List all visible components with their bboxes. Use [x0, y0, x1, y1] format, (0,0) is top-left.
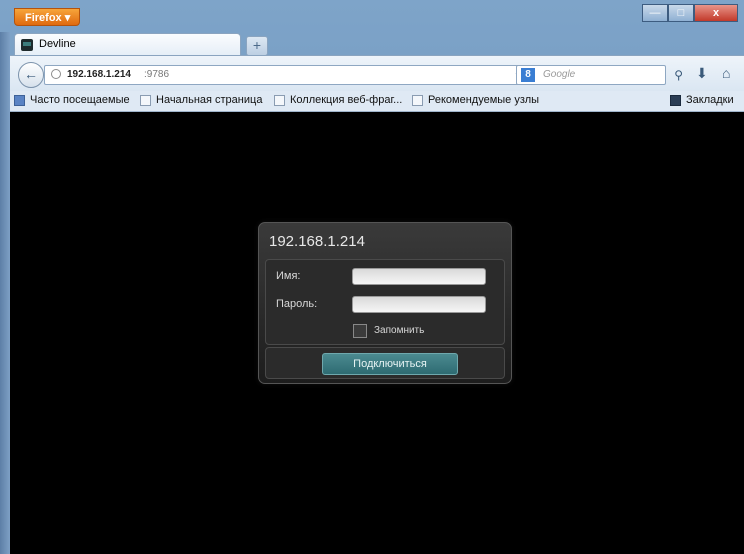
url-host: 192.168.1.214 — [67, 69, 131, 80]
globe-icon — [51, 69, 61, 79]
firefox-menu-button[interactable]: Firefox ▾ — [14, 8, 80, 26]
bookmarks-menu-label: Закладки — [686, 94, 734, 106]
bookmark-item[interactable]: Начальная страница — [140, 94, 262, 106]
bookmark-item[interactable]: Коллекция веб-фраг... — [274, 94, 402, 106]
bookmarks-icon — [670, 94, 681, 106]
page-icon — [412, 94, 423, 106]
bookmarks-menu[interactable]: Закладки — [670, 94, 734, 106]
download-icon[interactable]: ⬇ — [696, 65, 708, 82]
tab-devline[interactable]: Devline — [14, 33, 241, 56]
maximize-button[interactable]: □ — [668, 4, 694, 22]
login-panel: 192.168.1.214 Имя: Пароль: Запомнить Под… — [258, 222, 512, 384]
connect-area: Подключиться — [265, 347, 505, 379]
bookmarks-toolbar: Часто посещаемые Начальная страница Колл… — [10, 91, 744, 112]
connect-button[interactable]: Подключиться — [322, 353, 458, 375]
bookmark-label: Рекомендуемые узлы — [428, 94, 540, 106]
login-fields: Имя: Пароль: Запомнить — [265, 259, 505, 345]
search-engine-icon[interactable]: 8 — [521, 68, 535, 82]
navigation-toolbar: ← 192.168.1.214 :9786 ☆▿C 8 Google ⚲ ⬇ ⌂ — [10, 55, 744, 92]
home-icon[interactable]: ⌂ — [722, 65, 730, 81]
name-label: Имя: — [276, 270, 301, 282]
page-content: 192.168.1.214 Имя: Пароль: Запомнить Под… — [10, 112, 744, 554]
page-icon — [140, 94, 151, 106]
back-arrow-icon: ← — [24, 66, 38, 82]
bookmark-item[interactable]: Рекомендуемые узлы — [412, 94, 539, 106]
search-box[interactable]: 8 Google ⚲ — [516, 65, 683, 85]
bookmark-label: Часто посещаемые — [30, 94, 130, 106]
browser-window: Firefox ▾ — □ x Devline + ← 192.168.1.21… — [0, 0, 744, 554]
close-button[interactable]: x — [694, 4, 738, 22]
search-placeholder: Google — [543, 69, 576, 80]
titlebar: Firefox ▾ — □ x — [0, 0, 744, 32]
bookmark-item[interactable]: Часто посещаемые — [14, 94, 130, 106]
window-frame-edge — [0, 32, 10, 554]
back-button[interactable]: ← — [18, 62, 44, 88]
password-label: Пароль: — [276, 298, 318, 310]
bookmark-label: Начальная страница — [156, 94, 263, 106]
bookmark-label: Коллекция веб-фраг... — [290, 94, 403, 106]
tab-title: Devline — [39, 38, 76, 50]
new-tab-button[interactable]: + — [246, 36, 268, 56]
password-input[interactable] — [352, 296, 486, 313]
url-port: :9786 — [144, 69, 170, 80]
minimize-button[interactable]: — — [642, 4, 668, 22]
search-icon[interactable]: ⚲ — [674, 66, 683, 84]
favicon-icon — [21, 39, 33, 51]
login-title: 192.168.1.214 — [269, 233, 365, 250]
most-visited-icon — [14, 94, 25, 106]
window-controls: — □ x — [642, 4, 738, 22]
remember-checkbox[interactable] — [353, 324, 367, 338]
remember-label: Запомнить — [374, 325, 425, 336]
page-icon — [274, 94, 285, 106]
name-input[interactable] — [352, 268, 486, 285]
address-bar[interactable]: 192.168.1.214 :9786 ☆▿C — [44, 65, 554, 85]
